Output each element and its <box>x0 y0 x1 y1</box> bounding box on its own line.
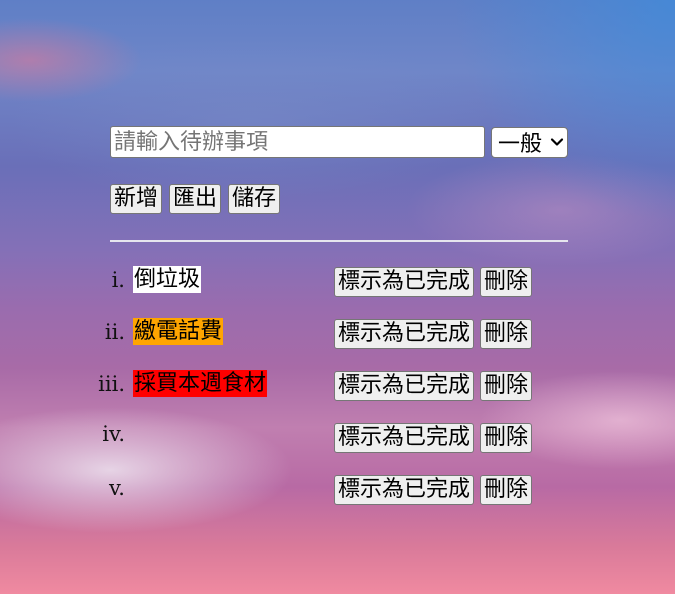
list-marker: i. <box>111 268 125 292</box>
delete-button[interactable]: 刪除 <box>480 371 533 401</box>
list-marker: ii. <box>104 320 125 344</box>
divider <box>110 240 568 242</box>
todo-input[interactable] <box>110 126 485 158</box>
delete-button[interactable]: 刪除 <box>480 267 533 297</box>
item-actions: 標示為已完成 刪除 <box>334 371 533 401</box>
delete-button[interactable]: 刪除 <box>480 423 533 453</box>
mark-complete-button[interactable]: 標示為已完成 <box>334 267 475 297</box>
item-actions: 標示為已完成 刪除 <box>334 319 533 349</box>
export-button[interactable]: 匯出 <box>169 184 222 214</box>
category-select[interactable]: 一般 <box>491 126 568 158</box>
list-item: v. 標示為已完成 刪除 <box>100 474 570 526</box>
list-item: i. 倒垃圾 標示為已完成 刪除 <box>100 266 570 318</box>
delete-button[interactable]: 刪除 <box>480 475 533 505</box>
todo-text: 倒垃圾 <box>133 266 202 293</box>
todo-app: 一般 新增 匯出 儲存 i. 倒垃圾 標示為已完成 刪除 ii. 繳電話費 標示… <box>98 126 568 505</box>
item-actions: 標示為已完成 刪除 <box>334 475 533 505</box>
list-item: iv. 標示為已完成 刪除 <box>100 422 570 474</box>
list-item: iii. 採買本週食材 標示為已完成 刪除 <box>98 370 570 422</box>
list-marker: iii. <box>98 372 125 396</box>
list-marker: v. <box>108 476 125 500</box>
add-button[interactable]: 新增 <box>110 184 163 214</box>
mark-complete-button[interactable]: 標示為已完成 <box>334 423 475 453</box>
chevron-down-icon <box>550 138 564 146</box>
todo-text: 採買本週食材 <box>133 370 268 397</box>
save-button[interactable]: 儲存 <box>228 184 281 214</box>
input-row: 一般 <box>110 126 568 158</box>
todo-text: 繳電話費 <box>133 318 224 345</box>
item-actions: 標示為已完成 刪除 <box>334 267 533 297</box>
todo-list: i. 倒垃圾 標示為已完成 刪除 ii. 繳電話費 標示為已完成 刪除 iii.… <box>98 266 570 526</box>
list-marker: iv. <box>102 422 125 446</box>
list-item: ii. 繳電話費 標示為已完成 刪除 <box>100 318 570 370</box>
category-select-value: 一般 <box>498 132 543 157</box>
mark-complete-button[interactable]: 標示為已完成 <box>334 319 475 349</box>
mark-complete-button[interactable]: 標示為已完成 <box>334 371 475 401</box>
delete-button[interactable]: 刪除 <box>480 319 533 349</box>
mark-complete-button[interactable]: 標示為已完成 <box>334 475 475 505</box>
action-row: 新增 匯出 儲存 <box>110 184 281 214</box>
item-actions: 標示為已完成 刪除 <box>334 423 533 453</box>
